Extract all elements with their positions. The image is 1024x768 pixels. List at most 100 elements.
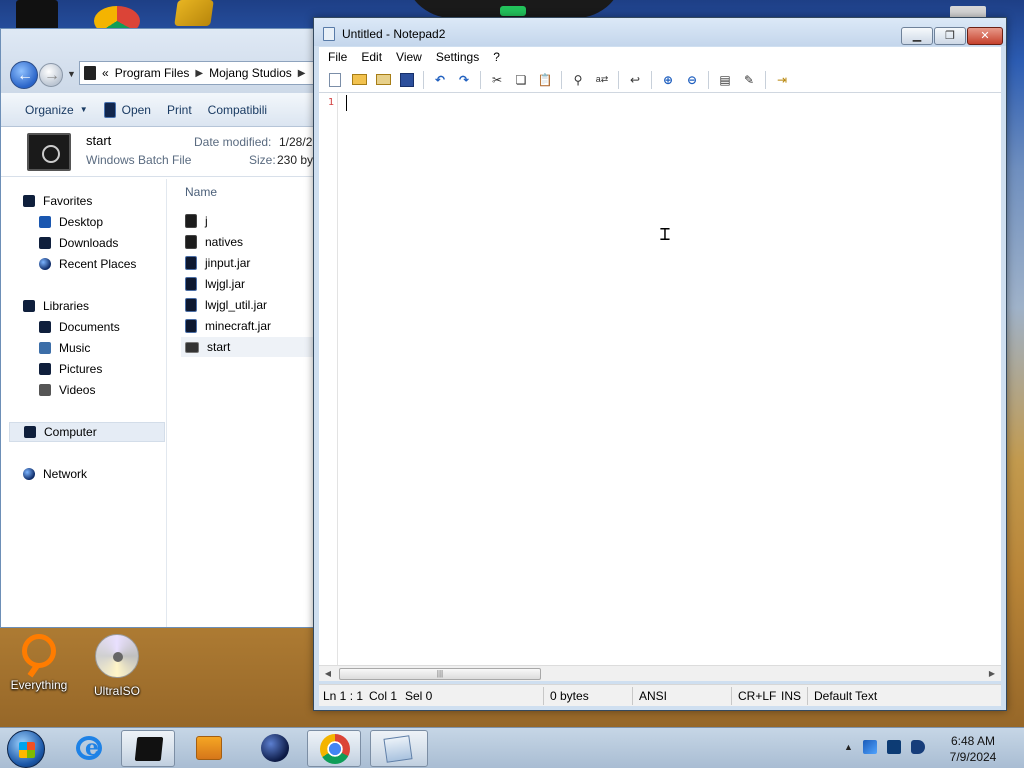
file-row[interactable]: lwjgl_util.jar — [185, 295, 317, 315]
internet-explorer-icon — [76, 735, 102, 761]
breadcrumb-item[interactable]: Program Files — [115, 66, 190, 80]
line-number-gutter: 1 — [319, 93, 338, 665]
sidebar-item-network[interactable]: Network — [23, 465, 87, 483]
copy-button[interactable]: ❏ — [513, 72, 529, 88]
browse-button[interactable] — [375, 72, 391, 88]
file-row[interactable]: j — [185, 211, 317, 231]
minimize-button[interactable]: ▁ — [901, 27, 933, 45]
sidebar-item-libraries[interactable]: Libraries — [23, 297, 89, 315]
open-button[interactable] — [351, 72, 367, 88]
customize-scheme-button[interactable]: ✎ — [741, 72, 757, 88]
sidebar-item-music[interactable]: Music — [39, 339, 90, 357]
volume-icon[interactable] — [910, 740, 925, 754]
status-col: Col 1 — [369, 689, 398, 703]
batch-file-icon — [185, 341, 199, 353]
save-button[interactable] — [399, 72, 415, 88]
new-button[interactable] — [327, 72, 343, 88]
menu-view[interactable]: View — [396, 50, 422, 64]
breadcrumb-prefix[interactable]: « — [102, 66, 109, 80]
file-row[interactable]: jinput.jar — [185, 253, 317, 273]
sidebar-item-pictures[interactable]: Pictures — [39, 360, 102, 378]
file-row[interactable]: start — [181, 337, 317, 357]
status-encoding[interactable]: ANSI — [639, 689, 667, 703]
replace-button[interactable]: a⇄ — [594, 72, 610, 88]
date-modified-label: Date modified: — [194, 135, 272, 149]
organize-button[interactable]: Organize ▼ — [25, 103, 88, 117]
compatibility-button[interactable]: Compatibili — [208, 103, 267, 117]
zoom-in-button[interactable]: ⊕ — [660, 72, 676, 88]
breadcrumb-item[interactable]: Mojang Studios — [209, 66, 292, 80]
desktop-icon-label: Everything — [10, 678, 68, 692]
file-name: lwjgl.jar — [205, 277, 246, 291]
menu-file[interactable]: File — [328, 50, 347, 64]
organize-label: Organize — [25, 102, 74, 117]
exit-button[interactable]: ⇥ — [774, 72, 790, 88]
sidebar-item-downloads[interactable]: Downloads — [39, 234, 118, 252]
breadcrumb-separator-icon[interactable]: ▶ — [195, 68, 203, 79]
menu-help[interactable]: ? — [493, 50, 500, 64]
scissors-icon: ✂ — [491, 72, 503, 87]
taskbar-notepad2[interactable] — [370, 730, 428, 767]
history-dropdown-icon[interactable]: ▼ — [67, 69, 76, 79]
file-row[interactable]: minecraft.jar — [185, 316, 317, 336]
title-bar[interactable]: Untitled - Notepad2 ▁ ❐ ✕ — [314, 18, 1006, 46]
open-button[interactable]: Open — [103, 101, 151, 118]
toolbar-separator — [618, 70, 619, 89]
taskbar-explorer[interactable] — [121, 730, 175, 767]
action-center-flag-icon[interactable] — [862, 740, 877, 754]
status-scheme[interactable]: Default Text — [814, 689, 877, 703]
taskbar-internet-explorer[interactable] — [62, 730, 116, 767]
menu-edit[interactable]: Edit — [361, 50, 382, 64]
forward-button[interactable]: → — [39, 63, 63, 87]
breadcrumb-separator-icon[interactable]: ▶ — [298, 68, 306, 79]
scroll-right-icon[interactable]: ▶ — [985, 667, 999, 680]
taskbar-chrome[interactable] — [307, 730, 361, 767]
desktop-hat-icon — [16, 0, 58, 28]
cut-button[interactable]: ✂ — [489, 72, 505, 88]
documents-icon — [39, 321, 51, 333]
start-button[interactable] — [7, 730, 45, 768]
close-button[interactable]: ✕ — [967, 27, 1003, 45]
sidebar-item-documents[interactable]: Documents — [39, 318, 120, 336]
jar-file-icon — [185, 298, 197, 312]
zoom-out-button[interactable]: ⊖ — [684, 72, 700, 88]
desktop-icon-label: UltraISO — [93, 684, 140, 698]
file-row[interactable]: natives — [185, 232, 317, 252]
file-name: start — [207, 340, 231, 354]
print-button[interactable]: Print — [167, 103, 192, 117]
toolbar-separator — [651, 70, 652, 89]
word-wrap-button[interactable]: ↩ — [627, 72, 643, 88]
address-bar[interactable]: « Program Files ▶ Mojang Studios ▶ — [79, 61, 317, 85]
system-clock[interactable]: 6:48 AM 7/9/2024 — [940, 733, 1006, 765]
scroll-left-icon[interactable]: ◀ — [321, 667, 335, 680]
undo-button[interactable]: ↶ — [432, 72, 448, 88]
sidebar-item-computer[interactable]: Computer — [9, 422, 165, 442]
desktop-box-icon[interactable] — [174, 0, 214, 26]
paste-button[interactable]: 📋 — [537, 72, 553, 88]
sidebar-item-videos[interactable]: Videos — [39, 381, 95, 399]
back-button[interactable]: ← — [10, 61, 38, 89]
status-line-endings[interactable]: CR+LF — [738, 689, 776, 703]
sidebar-item-recent-places[interactable]: Recent Places — [39, 255, 136, 273]
horizontal-scrollbar[interactable]: ◀ ||| ▶ — [319, 665, 1001, 681]
menu-settings[interactable]: Settings — [436, 50, 479, 64]
network-monitor-icon[interactable] — [886, 740, 901, 754]
browse-icon — [375, 74, 391, 85]
status-selection: Sel 0 — [405, 689, 433, 703]
file-row[interactable]: lwjgl.jar — [185, 274, 317, 294]
restore-button[interactable]: ❐ — [934, 27, 966, 45]
taskbar-media-player[interactable] — [182, 730, 236, 767]
redo-button[interactable]: ↷ — [456, 72, 472, 88]
scrollbar-thumb[interactable]: ||| — [339, 668, 541, 680]
scheme-button[interactable]: ▤ — [717, 72, 733, 88]
ultraiso-desktop-icon[interactable]: UltraISO — [86, 634, 148, 698]
find-button[interactable]: ⚲ — [570, 72, 586, 88]
sidebar-item-desktop[interactable]: Desktop — [39, 213, 103, 231]
toolbar-separator — [423, 70, 424, 89]
show-hidden-icons-icon[interactable]: ▲ — [844, 742, 853, 752]
text-editor[interactable]: 1 Ꮖ ◀ ||| ▶ — [319, 93, 1001, 681]
taskbar-globe-app[interactable] — [248, 730, 302, 767]
column-header-name[interactable]: Name — [185, 185, 217, 199]
everything-desktop-icon[interactable]: Everything — [6, 634, 72, 692]
sidebar-item-favorites[interactable]: Favorites — [23, 192, 92, 210]
